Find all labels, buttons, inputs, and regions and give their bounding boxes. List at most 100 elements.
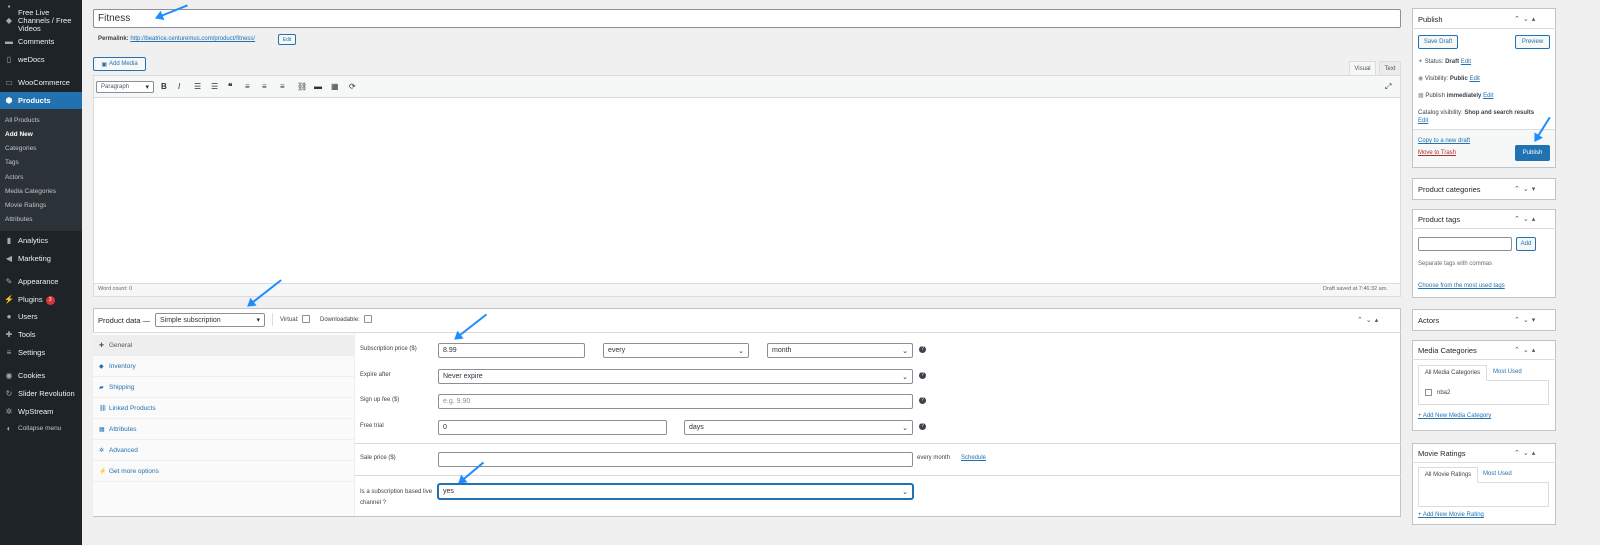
- chevron-up-icon[interactable]: ⌃: [1514, 450, 1523, 457]
- permalink-edit-button[interactable]: Edit: [278, 34, 296, 45]
- chevron-down-icon[interactable]: ⌄: [1523, 347, 1532, 354]
- align-right-icon[interactable]: ≡: [280, 82, 285, 91]
- tab-all-movie-ratings[interactable]: All Movie Ratings: [1418, 467, 1478, 483]
- fullscreen-icon[interactable]: ⤢: [1385, 82, 1391, 92]
- tab-visual[interactable]: Visual: [1349, 61, 1376, 75]
- sidebar-item-marketing[interactable]: ◀ Marketing: [0, 254, 82, 264]
- sidebar-item-slider-revolution[interactable]: ↻ Slider Revolution: [0, 389, 82, 399]
- expire-after-select[interactable]: Never expire ⌄: [438, 369, 913, 384]
- media-category-checkbox[interactable]: [1425, 389, 1432, 396]
- add-media-category-link[interactable]: + Add New Media Category: [1418, 413, 1491, 419]
- sidebar-item-settings[interactable]: ≡ Settings: [0, 348, 82, 358]
- chevron-down-icon[interactable]: ⌄: [1523, 317, 1532, 324]
- blockquote-icon[interactable]: ❝: [228, 82, 232, 91]
- submenu-all-products[interactable]: All Products: [5, 117, 40, 124]
- chevron-down-icon[interactable]: ⌄: [1523, 216, 1532, 223]
- help-icon[interactable]: ?: [919, 423, 926, 430]
- tab-inventory[interactable]: ◆ Inventory: [93, 356, 355, 377]
- post-title-input[interactable]: Fitness: [93, 9, 1401, 28]
- triangle-up-icon[interactable]: ▴: [1532, 16, 1539, 23]
- permalink-link[interactable]: http://beatrice.centuremus.com/product/f…: [130, 36, 255, 42]
- submenu-add-new[interactable]: Add New: [5, 131, 33, 138]
- tab-advanced[interactable]: ✲ Advanced: [93, 440, 355, 461]
- choose-tags-link[interactable]: Choose from the most used tags: [1418, 283, 1505, 289]
- triangle-up-icon[interactable]: ▴: [1532, 450, 1539, 457]
- catalog-edit-link[interactable]: Edit: [1418, 118, 1428, 124]
- tab-attributes[interactable]: ▦ Attributes: [93, 419, 355, 440]
- submenu-tags[interactable]: Tags: [5, 159, 19, 166]
- sidebar-item-wpstream[interactable]: ✲ WpStream: [0, 407, 82, 417]
- bold-icon[interactable]: B: [161, 82, 167, 91]
- submenu-attributes[interactable]: Attributes: [5, 216, 32, 223]
- submenu-categories[interactable]: Categories: [5, 145, 36, 152]
- chevron-up-icon[interactable]: ⌃: [1514, 216, 1523, 223]
- chevron-down-icon[interactable]: ⌄: [1523, 450, 1532, 457]
- tab-text[interactable]: Text: [1379, 61, 1401, 75]
- tab-linked-products[interactable]: ⛓ Linked Products: [93, 398, 355, 419]
- format-select[interactable]: Paragraph ▾: [96, 81, 154, 93]
- chevron-up-icon[interactable]: ⌃: [1514, 347, 1523, 354]
- submenu-movie-ratings[interactable]: Movie Ratings: [5, 202, 46, 209]
- toolbar-toggle-icon[interactable]: ⟳: [349, 82, 356, 91]
- publish-edit-link[interactable]: Edit: [1483, 93, 1493, 99]
- schedule-link[interactable]: Schedule: [961, 455, 986, 461]
- billing-interval-select[interactable]: every ⌄: [603, 343, 749, 358]
- submenu-actors[interactable]: Actors: [5, 174, 23, 181]
- chevron-down-icon[interactable]: ⌄: [1523, 186, 1532, 193]
- sidebar-item-free-live-channels[interactable]: ◆ Free Live Channels / Free Videos: [0, 9, 82, 33]
- publish-button[interactable]: Publish: [1515, 145, 1550, 161]
- live-channel-select[interactable]: yes ⌄: [438, 484, 913, 499]
- chevron-down-icon[interactable]: ⌄: [1366, 317, 1375, 324]
- sale-price-input[interactable]: [438, 452, 913, 467]
- sidebar-item-woocommerce[interactable]: ▭ WooCommerce: [0, 78, 82, 88]
- box-arrows[interactable]: ⌃⌄▴: [1514, 449, 1538, 457]
- tab-most-used-ratings[interactable]: Most Used: [1483, 471, 1512, 477]
- chevron-up-icon[interactable]: ⌃: [1514, 16, 1523, 23]
- box-arrows[interactable]: ⌃⌄▴: [1514, 215, 1538, 223]
- add-media-button[interactable]: ▣ Add Media: [93, 57, 146, 71]
- box-arrows[interactable]: ⌃⌄▾: [1514, 185, 1538, 193]
- sidebar-item-analytics[interactable]: ▮ Analytics: [0, 236, 82, 246]
- add-movie-rating-link[interactable]: + Add New Movie Rating: [1418, 512, 1484, 518]
- free-trial-input[interactable]: 0: [438, 420, 667, 435]
- box-arrows[interactable]: ⌃⌄▾: [1514, 316, 1538, 324]
- help-icon[interactable]: ?: [919, 372, 926, 379]
- collapse-menu[interactable]: ◐ Collapse menu: [0, 424, 82, 434]
- box-arrows[interactable]: ⌃⌄▴: [1357, 316, 1381, 324]
- triangle-up-icon[interactable]: ▴: [1375, 317, 1382, 324]
- triangle-up-icon[interactable]: ▴: [1532, 216, 1539, 223]
- sidebar-item-plugins[interactable]: ⚡ Plugins 3: [0, 295, 82, 305]
- chevron-down-icon[interactable]: ⌄: [1523, 16, 1532, 23]
- numbered-list-icon[interactable]: ☰: [211, 82, 218, 91]
- sidebar-item-cookies[interactable]: ◉ Cookies: [0, 371, 82, 381]
- free-trial-period-select[interactable]: days ⌄: [684, 420, 913, 435]
- tag-input[interactable]: [1418, 237, 1512, 251]
- add-tag-button[interactable]: Add: [1516, 237, 1536, 251]
- chevron-up-icon[interactable]: ⌃: [1514, 317, 1523, 324]
- tab-shipping[interactable]: ▰ Shipping: [93, 377, 355, 398]
- chevron-up-icon[interactable]: ⌃: [1357, 317, 1366, 324]
- status-edit-link[interactable]: Edit: [1461, 59, 1471, 65]
- tab-get-more-options[interactable]: ⚡ Get more options: [93, 461, 355, 482]
- sidebar-item-users[interactable]: ● Users: [0, 312, 82, 322]
- tab-general[interactable]: ✚ General: [93, 335, 355, 356]
- signup-fee-input[interactable]: e.g. 9.90: [438, 394, 913, 409]
- sidebar-item-appearance[interactable]: ✎ Appearance: [0, 277, 82, 287]
- triangle-down-icon[interactable]: ▾: [1532, 186, 1539, 193]
- copy-to-draft-link[interactable]: Copy to a new draft: [1418, 138, 1470, 144]
- sidebar-item-tools[interactable]: ✚ Tools: [0, 330, 82, 340]
- triangle-up-icon[interactable]: ▴: [1532, 347, 1539, 354]
- preview-button[interactable]: Preview: [1515, 35, 1550, 49]
- subscription-price-input[interactable]: 8.99: [438, 343, 585, 358]
- billing-period-select[interactable]: month ⌄: [767, 343, 913, 358]
- downloadable-checkbox[interactable]: [364, 315, 372, 323]
- box-arrows[interactable]: ⌃⌄▴: [1514, 346, 1538, 354]
- link-icon[interactable]: ⛓: [297, 82, 307, 91]
- sidebar-item-wedocs[interactable]: ▯ weDocs: [0, 55, 82, 65]
- help-icon[interactable]: ?: [919, 346, 926, 353]
- table-icon[interactable]: ▦: [331, 82, 339, 91]
- sidebar-item-products[interactable]: ⬢ Products: [0, 92, 82, 109]
- chevron-up-icon[interactable]: ⌃: [1514, 186, 1523, 193]
- bullet-list-icon[interactable]: ☰: [194, 82, 201, 91]
- save-draft-button[interactable]: Save Draft: [1418, 35, 1458, 49]
